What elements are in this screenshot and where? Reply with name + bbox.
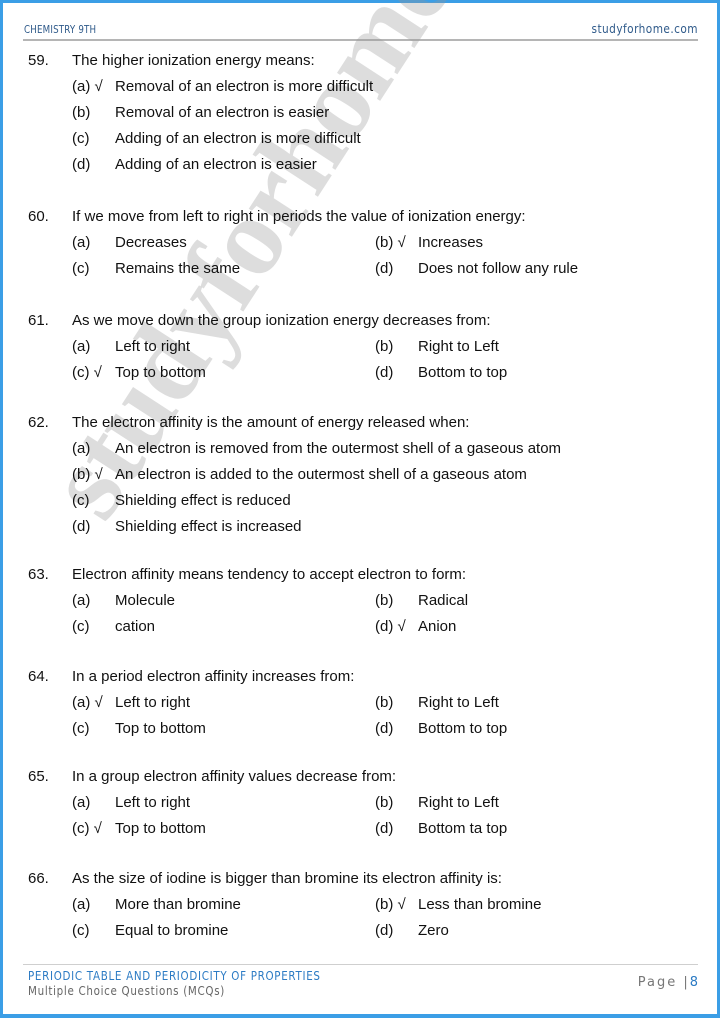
page-header: CHEMISTRY 9TH studyforhome.com: [23, 20, 698, 41]
question-text: In a period electron affinity increases …: [72, 668, 355, 685]
option-text: Bottom ta top: [418, 820, 508, 837]
option-text: Right to Left: [418, 338, 499, 355]
option-text: More than bromine: [115, 896, 241, 913]
option-text: An electron is removed from the outermos…: [115, 440, 562, 457]
option-label: (a): [72, 440, 91, 457]
option-label: (b): [375, 338, 394, 355]
option-text: Remains the same: [115, 260, 241, 277]
question-text: Electron affinity means tendency to acce…: [72, 566, 467, 583]
option-label: (a): [72, 234, 91, 251]
question-text: As we move down the group ionization ene…: [72, 312, 491, 329]
option-label: (d): [375, 260, 394, 277]
option-text: Less than bromine: [418, 896, 542, 913]
option-label: (c): [72, 618, 90, 635]
option-label: (a): [72, 896, 91, 913]
option-text: Radical: [418, 592, 469, 609]
option-label: (b): [72, 104, 91, 121]
question-number: 62.: [28, 414, 49, 431]
option-text: Top to bottom: [115, 820, 206, 837]
option-label: (b) √: [72, 466, 103, 483]
option-text: Right to Left: [418, 694, 499, 711]
page-footer: PERIODIC TABLE AND PERIODICITY OF PROPER…: [23, 964, 698, 1005]
option-label: (b): [375, 694, 394, 711]
footer-chapter-title: PERIODIC TABLE AND PERIODICITY OF PROPER…: [28, 969, 321, 983]
option-label: (d): [72, 156, 91, 173]
option-text: Anion: [418, 618, 457, 635]
option-text: Zero: [418, 922, 449, 939]
option-label: (a): [72, 338, 91, 355]
option-text: Left to right: [115, 694, 191, 711]
option-label: (c) √: [72, 820, 102, 837]
option-label: (a) √: [72, 78, 103, 95]
option-label: (d): [375, 922, 394, 939]
option-label: (d): [375, 720, 394, 737]
option-text: Left to right: [115, 338, 191, 355]
option-text: Molecule: [115, 592, 176, 609]
footer-section-title: Multiple Choice Questions (MCQs): [28, 984, 226, 998]
option-label: (c) √: [72, 364, 102, 381]
option-text: cation: [115, 618, 156, 635]
option-label: (c): [72, 130, 90, 147]
question-number: 64.: [28, 668, 49, 685]
question-text: In a group electron affinity values decr…: [72, 768, 397, 785]
header-subject: CHEMISTRY 9TH: [24, 23, 97, 36]
option-text: Removal of an electron is more difficult: [115, 78, 374, 95]
option-text: Bottom to top: [418, 364, 508, 381]
option-label: (c): [72, 260, 90, 277]
option-label: (a): [72, 794, 91, 811]
question-text: If we move from left to right in periods…: [72, 208, 526, 225]
option-label: (d): [375, 820, 394, 837]
question-text: The electron affinity is the amount of e…: [72, 414, 470, 431]
question-number: 65.: [28, 768, 49, 785]
question-text: The higher ionization energy means:: [72, 52, 315, 69]
option-text: Top to bottom: [115, 720, 206, 737]
page-number-value: 8: [689, 975, 698, 990]
option-label: (a): [72, 592, 91, 609]
option-text: Top to bottom: [115, 364, 206, 381]
question-number: 61.: [28, 312, 49, 329]
option-text: Left to right: [115, 794, 191, 811]
option-label: (b): [375, 592, 394, 609]
option-text: Removal of an electron is easier: [115, 104, 330, 121]
question-text: As the size of iodine is bigger than bro…: [72, 870, 502, 887]
option-text: Shielding effect is increased: [115, 518, 302, 535]
option-label: (d): [72, 518, 91, 535]
option-text: Equal to bromine: [115, 922, 229, 939]
option-text: Right to Left: [418, 794, 499, 811]
option-label: (b) √: [375, 234, 406, 251]
option-text: Adding of an electron is more difficult: [115, 130, 361, 147]
option-text: Adding of an electron is easier: [115, 156, 317, 173]
question-number: 63.: [28, 566, 49, 583]
option-label: (c): [72, 720, 90, 737]
option-label: (c): [72, 492, 90, 509]
option-text: Decreases: [115, 234, 187, 251]
option-text: Bottom to top: [418, 720, 508, 737]
question-number: 66.: [28, 870, 49, 887]
option-label: (a) √: [72, 694, 103, 711]
option-label: (d) √: [375, 618, 406, 635]
option-text: Does not follow any rule: [418, 260, 579, 277]
page-border: [0, 0, 720, 1018]
header-site-link[interactable]: studyforhome.com: [591, 22, 698, 36]
page-label: Page |: [637, 975, 690, 990]
option-label: (c): [72, 922, 90, 939]
option-label: (d): [375, 364, 394, 381]
option-text: Shielding effect is reduced: [115, 492, 291, 509]
question-number: 59.: [28, 52, 49, 69]
page-number: Page |8: [638, 975, 698, 990]
option-label: (b) √: [375, 896, 406, 913]
option-text: Increases: [418, 234, 484, 251]
question-number: 60.: [28, 208, 49, 225]
option-label: (b): [375, 794, 394, 811]
option-text: An electron is added to the outermost sh…: [115, 466, 527, 483]
